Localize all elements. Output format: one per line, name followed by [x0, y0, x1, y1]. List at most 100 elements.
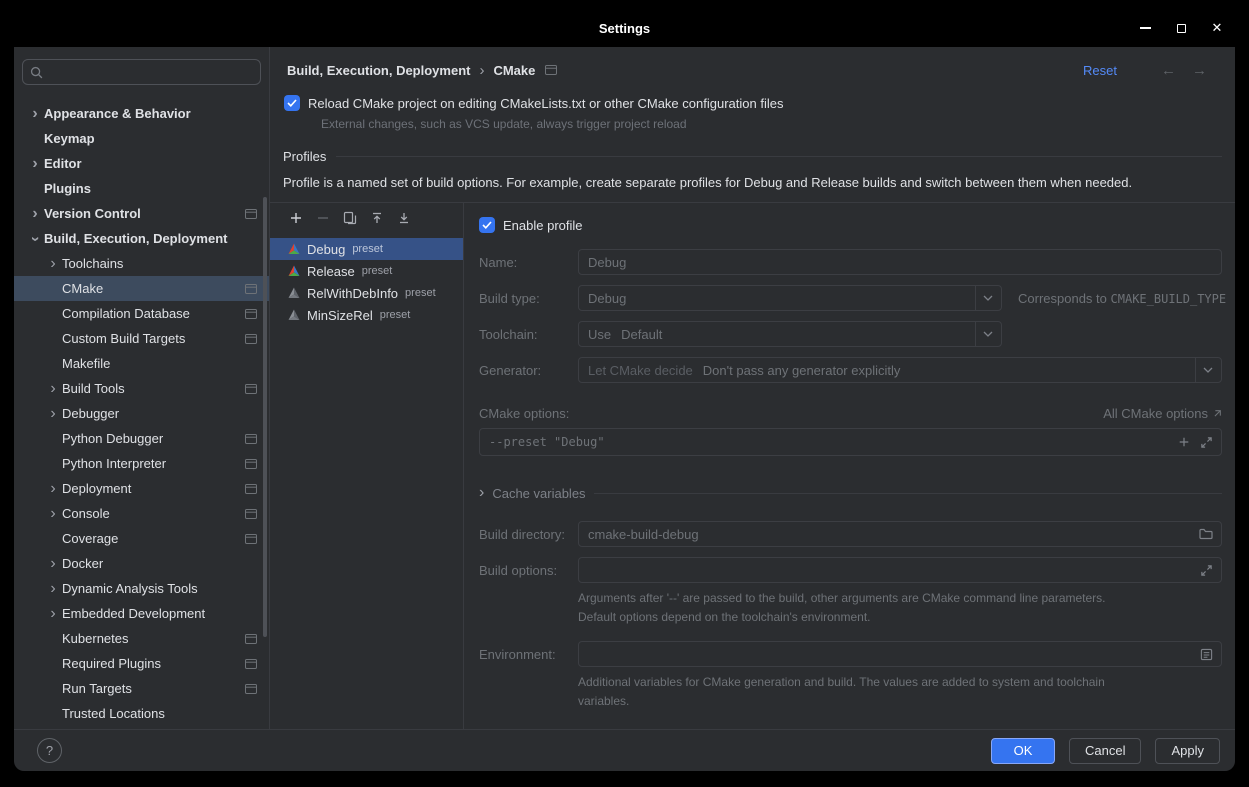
move-up-icon[interactable] [370, 211, 384, 225]
expand-icon[interactable] [1200, 564, 1213, 577]
sidebar-item-editor[interactable]: ›Editor [14, 151, 269, 176]
build-type-label: Build type: [479, 291, 578, 306]
build-options-input[interactable] [578, 557, 1222, 583]
profile-name: Release [307, 264, 355, 279]
profiles-section-title: Profiles [283, 149, 326, 164]
name-input[interactable]: Debug [578, 249, 1222, 275]
sidebar-item-build-tools[interactable]: ›Build Tools [14, 376, 269, 401]
sidebar-scrollbar[interactable] [263, 197, 267, 637]
chevron-down-icon[interactable]: › [27, 230, 43, 248]
sidebar-item-label: Version Control [44, 206, 237, 221]
chevron-right-icon[interactable]: › [44, 406, 62, 422]
move-down-icon[interactable] [397, 211, 411, 225]
section-divider [594, 493, 1222, 494]
chevron-right-icon[interactable]: › [44, 556, 62, 572]
build-directory-input[interactable]: cmake-build-debug [578, 521, 1222, 547]
add-macro-icon[interactable] [1178, 436, 1190, 448]
sidebar-item-python-interpreter[interactable]: Python Interpreter [14, 451, 269, 476]
expand-icon[interactable] [1200, 436, 1213, 449]
build-type-select[interactable]: Debug [578, 285, 1002, 311]
chevron-right-icon[interactable]: › [44, 606, 62, 622]
enable-profile-checkbox[interactable] [479, 217, 495, 233]
section-divider [336, 156, 1222, 157]
close-button[interactable]: ✕ [1202, 14, 1232, 42]
sidebar-item-custom-build-targets[interactable]: Custom Build Targets [14, 326, 269, 351]
variables-list-icon[interactable] [1200, 648, 1213, 661]
generator-select[interactable]: Let CMake decide Don't pass any generato… [578, 357, 1222, 383]
chevron-right-icon[interactable]: › [44, 581, 62, 597]
ok-button[interactable]: OK [991, 738, 1055, 764]
maximize-button[interactable] [1166, 14, 1196, 42]
cache-variables-toggle[interactable]: › Cache variables [479, 485, 1222, 501]
cmake-options-input[interactable]: --preset "Debug" [479, 428, 1222, 456]
chevron-right-icon[interactable]: › [26, 206, 44, 222]
profile-item-release[interactable]: Releasepreset [270, 260, 463, 282]
window-controls: ✕ [1130, 14, 1232, 42]
profile-item-relwithdebinfo[interactable]: RelWithDebInfopreset [270, 282, 463, 304]
cmake-profile-icon [288, 309, 300, 321]
sidebar-item-deployment[interactable]: ›Deployment [14, 476, 269, 501]
sidebar-item-required-plugins[interactable]: Required Plugins [14, 651, 269, 676]
sidebar-item-coverage[interactable]: Coverage [14, 526, 269, 551]
chevron-down-icon[interactable] [975, 286, 1001, 310]
cancel-button[interactable]: Cancel [1069, 738, 1141, 764]
add-icon[interactable] [289, 211, 303, 225]
all-cmake-options-text: All CMake options [1103, 406, 1208, 421]
sidebar-item-compilation-database[interactable]: Compilation Database [14, 301, 269, 326]
reset-link[interactable]: Reset [1083, 63, 1117, 78]
sidebar-item-kubernetes[interactable]: Kubernetes [14, 626, 269, 651]
chevron-down-icon[interactable] [975, 322, 1001, 346]
project-level-icon [245, 484, 257, 494]
project-level-icon [245, 509, 257, 519]
question-mark-icon: ? [46, 743, 53, 758]
help-button[interactable]: ? [37, 738, 62, 763]
project-level-icon [245, 209, 257, 219]
sidebar-item-cmake[interactable]: CMake [14, 276, 269, 301]
profile-item-minsizerel[interactable]: MinSizeRelpreset [270, 304, 463, 326]
sidebar-item-appearance-behavior[interactable]: ›Appearance & Behavior [14, 101, 269, 126]
back-arrow-icon[interactable]: ← [1161, 62, 1176, 79]
chevron-right-icon[interactable]: › [44, 506, 62, 522]
all-cmake-options-link[interactable]: All CMake options [1103, 406, 1222, 421]
folder-icon[interactable] [1199, 528, 1213, 540]
sidebar-item-toolchains[interactable]: ›Toolchains [14, 251, 269, 276]
environment-input[interactable] [578, 641, 1222, 667]
remove-icon[interactable] [316, 211, 330, 225]
forward-arrow-icon[interactable]: → [1192, 62, 1207, 79]
search-input[interactable] [48, 65, 253, 80]
sidebar-item-makefile[interactable]: Makefile [14, 351, 269, 376]
sidebar-item-dynamic-analysis-tools[interactable]: ›Dynamic Analysis Tools [14, 576, 269, 601]
sidebar-item-python-debugger[interactable]: Python Debugger [14, 426, 269, 451]
sidebar-item-console[interactable]: ›Console [14, 501, 269, 526]
sidebar-item-run-targets[interactable]: Run Targets [14, 676, 269, 701]
environment-help: Additional variables for CMake generatio… [578, 673, 1222, 710]
profile-item-debug[interactable]: Debugpreset [270, 238, 463, 260]
sidebar-item-debugger[interactable]: ›Debugger [14, 401, 269, 426]
sidebar-item-label: Python Debugger [62, 431, 237, 446]
toolchain-select[interactable]: Use Default [578, 321, 1002, 347]
copy-icon[interactable] [343, 211, 357, 225]
chevron-right-icon[interactable]: › [44, 256, 62, 272]
sidebar-item-embedded-development[interactable]: ›Embedded Development [14, 601, 269, 626]
sidebar-item-build-execution-deployment[interactable]: ›Build, Execution, Deployment [14, 226, 269, 251]
chevron-down-icon[interactable] [1195, 358, 1221, 382]
sidebar-item-label: CMake [62, 281, 237, 296]
chevron-right-icon[interactable]: › [26, 156, 44, 172]
sidebar-item-trusted-locations[interactable]: Trusted Locations [14, 701, 269, 726]
minimize-button[interactable] [1130, 14, 1160, 42]
profiles-section-header: Profiles [283, 149, 1222, 164]
sidebar-item-plugins[interactable]: Plugins [14, 176, 269, 201]
chevron-right-icon[interactable]: › [44, 481, 62, 497]
chevron-right-icon[interactable]: › [44, 381, 62, 397]
chevron-right-icon[interactable]: › [26, 106, 44, 122]
breadcrumb-parent[interactable]: Build, Execution, Deployment [287, 63, 470, 78]
apply-button[interactable]: Apply [1155, 738, 1220, 764]
reload-cmake-checkbox[interactable] [284, 95, 300, 111]
sidebar-item-docker[interactable]: ›Docker [14, 551, 269, 576]
search-box[interactable] [22, 59, 261, 85]
sidebar-item-keymap[interactable]: Keymap [14, 126, 269, 151]
sidebar-item-version-control[interactable]: ›Version Control [14, 201, 269, 226]
environment-label: Environment: [479, 647, 578, 662]
profile-preset-badge: preset [405, 287, 436, 299]
project-level-icon [245, 384, 257, 394]
